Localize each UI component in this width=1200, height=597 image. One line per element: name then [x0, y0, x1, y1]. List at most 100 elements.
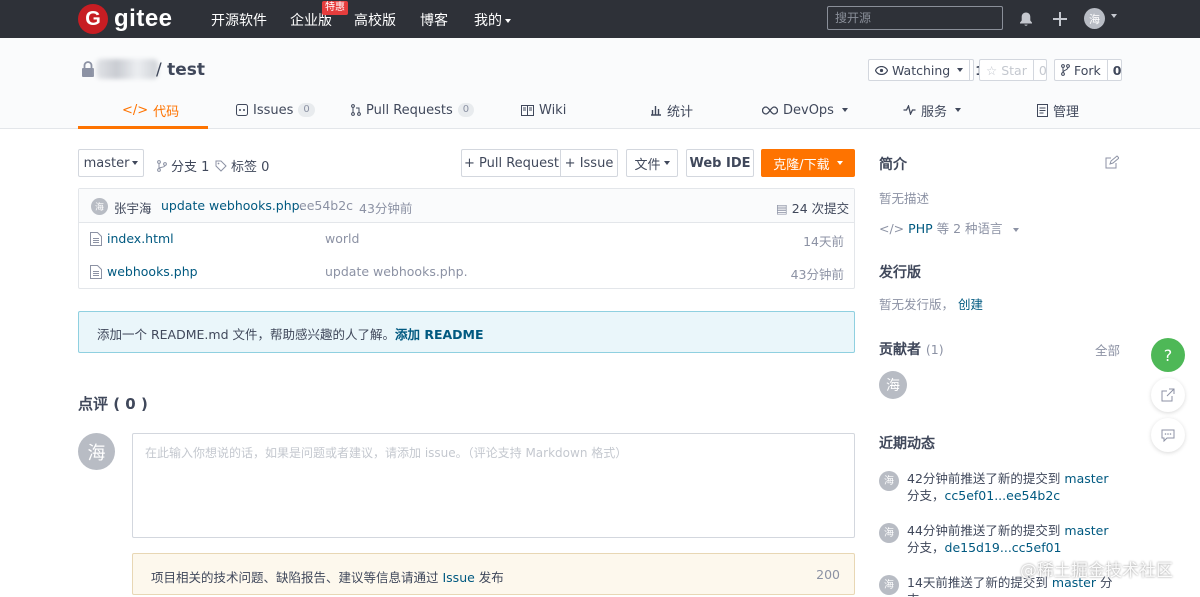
help-button[interactable]: ?: [1151, 338, 1185, 372]
contributor-avatar[interactable]: 海: [879, 371, 907, 399]
activity-title: 近期动态: [879, 436, 935, 452]
activity-item: 海 42分钟前推送了新的提交到 master 分支，cc5ef01...ee54…: [879, 470, 1124, 504]
add-readme-link[interactable]: 添加 README: [395, 327, 484, 342]
user-avatar[interactable]: 海: [1084, 8, 1105, 29]
activity-text: 42分钟前推送了新的提交到 master 分支，cc5ef01...ee54b2…: [907, 470, 1124, 504]
readme-prompt-text: 添加一个 README.md 文件，帮助感兴趣的人了解。: [97, 327, 395, 342]
external-link-button[interactable]: [1151, 378, 1185, 412]
tab-manage[interactable]: 管理: [1037, 91, 1079, 129]
eye-icon: [875, 65, 888, 75]
code-icon: </>: [879, 221, 905, 236]
project-name: test: [167, 60, 206, 80]
commit-author[interactable]: 张宇海: [114, 198, 152, 217]
tab-pull-requests[interactable]: Pull Requests 0: [351, 91, 475, 129]
file-name[interactable]: index.html: [107, 231, 174, 246]
tags-label: 标签 0: [231, 160, 270, 175]
nav-mine-dropdown[interactable]: 我的: [474, 10, 511, 30]
document-icon: [1037, 103, 1048, 117]
file-list: 海 张宇海 update webhooks.php. ee54b2c 43分钟前…: [78, 188, 855, 289]
file-name[interactable]: webhooks.php: [107, 264, 198, 279]
bell-icon[interactable]: [1016, 9, 1036, 29]
commit-author-avatar[interactable]: 海: [91, 198, 108, 215]
language-dropdown[interactable]: </> PHP 等 2 种语言: [879, 218, 1019, 237]
activity-commit-range[interactable]: cc5ef01...ee54b2c: [945, 488, 1061, 503]
web-ide-button[interactable]: Web IDE: [686, 149, 754, 177]
issues-icon: [236, 104, 248, 116]
fork-count[interactable]: 0: [1106, 60, 1127, 80]
new-issue-button[interactable]: + Issue: [560, 149, 618, 177]
file-icon: [90, 232, 102, 246]
fork-button[interactable]: Fork 0: [1054, 59, 1122, 81]
chevron-down-icon: [957, 68, 964, 72]
nav-mine-label: 我的: [474, 13, 502, 29]
activity-text: 44分钟前推送了新的提交到 master 分支，de15d19...cc5ef0…: [907, 522, 1124, 556]
tab-stats-label: 统计: [667, 104, 694, 120]
activity-mid: 分支，: [907, 488, 945, 503]
activity-branch[interactable]: master: [1064, 523, 1108, 538]
file-commit-message[interactable]: update webhooks.php.: [325, 264, 468, 279]
activity-item: 海 44分钟前推送了新的提交到 master 分支，de15d19...cc5e…: [879, 522, 1124, 556]
activity-branch[interactable]: master: [1064, 471, 1108, 486]
nav-open-source[interactable]: 开源软件: [211, 10, 267, 30]
nav-blog[interactable]: 博客: [420, 10, 448, 30]
latest-commit-row: 海 张宇海 update webhooks.php. ee54b2c 43分钟前…: [79, 189, 854, 223]
tab-issues[interactable]: Issues 0: [236, 91, 315, 129]
gitee-logo[interactable]: G gitee: [78, 4, 173, 34]
fork-label: Fork: [1074, 62, 1101, 78]
pulls-count-badge: 0: [457, 103, 475, 117]
watch-button[interactable]: Watching 1: [868, 59, 984, 81]
fork-icon: [1061, 64, 1070, 76]
release-text: 暂无发行版，: [879, 297, 955, 312]
star-count[interactable]: 0: [1032, 60, 1052, 80]
tab-services[interactable]: 服务: [903, 91, 962, 129]
activity-commit-range[interactable]: de15d19...cc5ef01: [945, 540, 1062, 555]
gitee-logo-text: gitee: [114, 5, 173, 32]
file-dropdown[interactable]: 文件: [626, 149, 678, 177]
file-icon: [90, 265, 102, 279]
language-name[interactable]: PHP: [908, 221, 932, 236]
release-text-wrap: 暂无发行版， 创建: [879, 294, 983, 313]
commenter-avatar: 海: [78, 433, 115, 470]
search-input[interactable]: [827, 6, 1003, 30]
contributors-title-wrap: 贡献者 (1): [879, 339, 944, 359]
comments-title: 点评 ( 0 ): [78, 395, 148, 413]
lock-icon: [80, 60, 96, 78]
comment-input[interactable]: [132, 433, 855, 538]
watch-label: Watching: [892, 62, 951, 78]
tab-code[interactable]: </> 代码: [122, 91, 179, 129]
branch-select[interactable]: master: [78, 149, 144, 177]
nav-education[interactable]: 高校版: [354, 10, 396, 30]
language-rest: 等 2 种语言: [932, 221, 1003, 236]
branch-select-label: master: [83, 155, 130, 171]
code-icon: </>: [122, 102, 149, 118]
project-title[interactable]: / test: [156, 60, 205, 80]
commit-count-link[interactable]: ▤ 24 次提交: [776, 198, 849, 217]
branches-link[interactable]: 分支 1: [157, 156, 209, 175]
chevron-down-icon: [1012, 227, 1019, 232]
commit-message[interactable]: update webhooks.php.: [161, 198, 304, 213]
issue-notice-link[interactable]: Issue: [442, 570, 474, 585]
activity-avatar: 海: [879, 523, 899, 543]
feedback-button[interactable]: [1151, 418, 1185, 452]
chevron-down-icon[interactable]: [1111, 14, 1117, 18]
edit-icon[interactable]: [1105, 155, 1120, 173]
clone-download-button[interactable]: 克隆/下载: [761, 149, 855, 177]
tab-code-label: 代码: [153, 104, 180, 120]
issue-notice-suffix: 发布: [474, 570, 504, 585]
create-release-link[interactable]: 创建: [958, 297, 983, 312]
tab-wiki[interactable]: Wiki: [521, 91, 566, 129]
contributors-all-link[interactable]: 全部: [1095, 340, 1120, 359]
file-commit-message[interactable]: world: [325, 231, 359, 246]
watermark: @稀土掘金技术社区: [1020, 561, 1173, 581]
star-button[interactable]: ☆ Star 0: [979, 59, 1047, 81]
commit-hash[interactable]: ee54b2c: [299, 198, 353, 213]
tab-stats[interactable]: 统计: [650, 91, 693, 129]
tab-devops[interactable]: DevOps: [762, 91, 848, 129]
watch-label-wrap: Watching: [869, 60, 969, 80]
plus-icon[interactable]: [1050, 9, 1070, 29]
tags-link[interactable]: 标签 0: [215, 156, 269, 175]
external-link-icon: [1161, 388, 1175, 402]
star-label-wrap: ☆ Star: [980, 60, 1033, 80]
file-time: 14天前: [803, 234, 844, 249]
new-pull-request-button[interactable]: + Pull Request: [461, 149, 561, 177]
